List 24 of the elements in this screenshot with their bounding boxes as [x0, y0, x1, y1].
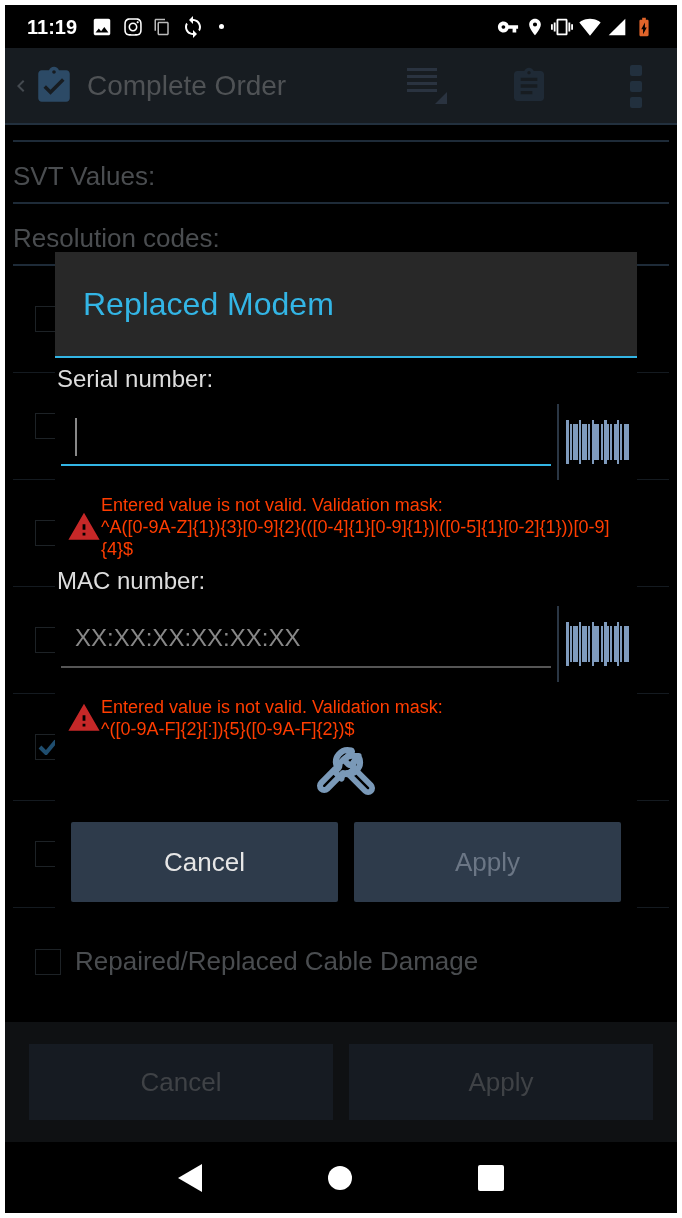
recents-nav-icon[interactable] — [478, 1164, 504, 1191]
text-cursor — [75, 418, 77, 456]
check-icon — [38, 739, 58, 755]
app-title: Complete Order — [87, 68, 287, 103]
checkbox-label: Repaired/Replaced Cable Damage — [75, 945, 479, 978]
section-label: SVT Values: — [13, 160, 156, 193]
checkbox[interactable] — [35, 948, 61, 975]
barcode-icon[interactable] — [565, 622, 631, 666]
copy-icon — [153, 17, 172, 36]
field-label: Serial number: — [56, 364, 215, 394]
section-label: Resolution codes: — [13, 222, 220, 255]
dialog-button[interactable]: Cancel — [71, 822, 338, 902]
error-message: Entered value is not valid. Validation mask: ^([0-9A-F]{2}[:]){5}([0-9A-F]{2})$ — [101, 696, 443, 740]
clock-time: 11:19 — [27, 14, 78, 40]
field-label: MAC number: — [56, 566, 207, 596]
home-nav-icon[interactable] — [328, 1165, 352, 1190]
error-message: Entered value is not valid. Validation mask: ^A([0-9A-Z]{1}){3}[0-9]{2}(([0-4]{1}[0-9]{1})|([0-5]{1}[0-2]{1}))[0-9]{4}$ — [101, 494, 611, 560]
camera-icon — [123, 16, 144, 37]
back-nav-icon[interactable] — [178, 1163, 202, 1192]
input-field[interactable]: XX:XX:XX:XX:XX:XX — [61, 610, 551, 668]
overflow-menu-icon[interactable] — [629, 62, 643, 109]
signal-icon — [607, 16, 627, 37]
barcode-icon[interactable] — [565, 420, 631, 464]
dialog-title: Replaced Modem — [83, 285, 334, 324]
